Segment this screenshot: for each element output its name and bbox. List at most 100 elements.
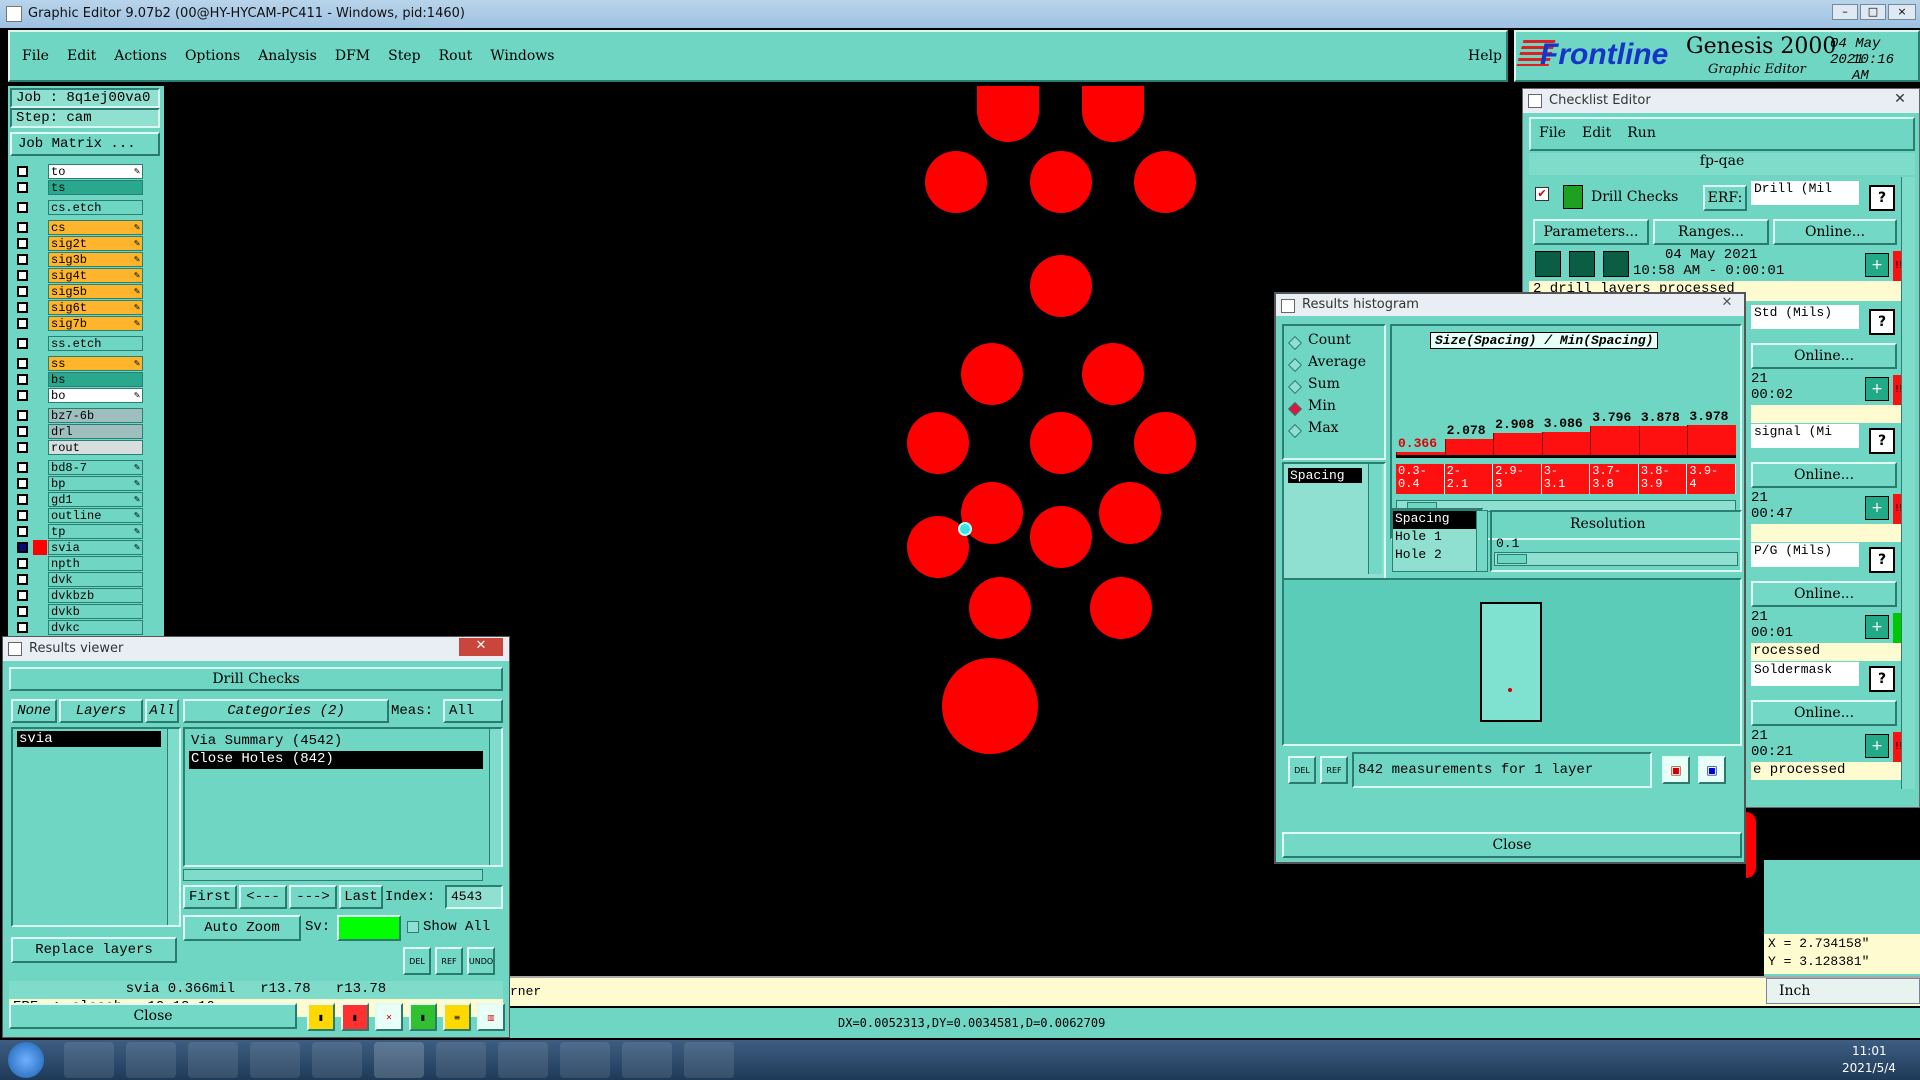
- layer-row-outline[interactable]: outline ✎: [12, 508, 143, 523]
- tool-icon[interactable]: ▮: [307, 1003, 335, 1031]
- layer-checkbox[interactable]: [17, 202, 28, 213]
- online-button[interactable]: Online...: [1751, 700, 1897, 726]
- viewer-category-list[interactable]: Via Summary (4542) Close Holes (842): [183, 727, 503, 867]
- layer-checkbox[interactable]: [17, 462, 28, 473]
- layer-row-cs[interactable]: cs ✎: [12, 220, 143, 235]
- checklist-menu-file[interactable]: File: [1539, 125, 1566, 141]
- minimize-button[interactable]: –: [1832, 4, 1858, 20]
- zoom-icon[interactable]: +: [1865, 496, 1889, 520]
- menu-rout[interactable]: Rout: [439, 48, 473, 68]
- taskbar-app-icon[interactable]: [684, 1042, 734, 1078]
- last-button[interactable]: Last: [339, 885, 383, 909]
- layer-row-bp[interactable]: bp ✎: [12, 476, 143, 491]
- layer-checkbox[interactable]: [17, 558, 28, 569]
- checklist-close-button[interactable]: ✕: [1885, 91, 1915, 111]
- menu-help[interactable]: Help: [1468, 48, 1502, 64]
- layer-row-sig7b[interactable]: sig7b ✎: [12, 316, 143, 331]
- field-item[interactable]: Spacing: [1393, 511, 1477, 529]
- online-button[interactable]: Online...: [1751, 343, 1897, 369]
- ref-icon[interactable]: REF: [1320, 756, 1348, 784]
- layer-checkbox[interactable]: [17, 390, 28, 401]
- run-icon[interactable]: [1569, 251, 1595, 277]
- row-erf-value[interactable]: signal (Mi: [1751, 424, 1859, 448]
- layer-row-sig4t[interactable]: sig4t ✎: [12, 268, 143, 283]
- flag-icon[interactable]: ▣: [1662, 756, 1690, 784]
- layer-checkbox[interactable]: [17, 374, 28, 385]
- first-button[interactable]: First: [183, 885, 237, 909]
- menu-windows[interactable]: Windows: [490, 48, 554, 68]
- layer-row-sig3b[interactable]: sig3b ✎: [12, 252, 143, 267]
- zoom-icon[interactable]: +: [1865, 253, 1889, 277]
- field-item[interactable]: Hole 2: [1393, 547, 1477, 565]
- layer-row-svia[interactable]: svia ✎: [12, 540, 143, 555]
- layer-row-dvkb[interactable]: dvkb: [12, 604, 143, 619]
- maximize-button[interactable]: □: [1860, 4, 1886, 20]
- close-window-button[interactable]: ×: [1888, 4, 1916, 20]
- checklist-menu-edit[interactable]: Edit: [1582, 125, 1611, 141]
- layer-checkbox[interactable]: [17, 442, 28, 453]
- viewer-layer-item[interactable]: svia: [17, 731, 161, 747]
- undo-icon[interactable]: UNDO: [467, 947, 495, 975]
- layer-row-sig2t[interactable]: sig2t ✎: [12, 236, 143, 251]
- layer-row-dvkc[interactable]: dvkc: [12, 620, 143, 635]
- histogram-close-x[interactable]: ✕: [1714, 295, 1740, 313]
- layer-checkbox[interactable]: [17, 182, 28, 193]
- menu-edit[interactable]: Edit: [67, 48, 96, 68]
- row-erf-value[interactable]: Soldermask: [1751, 662, 1859, 686]
- parameters-button[interactable]: Parameters...: [1533, 219, 1649, 245]
- zoom-icon[interactable]: +: [1865, 377, 1889, 401]
- layer-checkbox[interactable]: [17, 338, 28, 349]
- viewer-layer-list[interactable]: svia: [11, 727, 181, 927]
- option-radio-max[interactable]: [1287, 423, 1303, 439]
- taskbar-app-icon[interactable]: [436, 1042, 486, 1078]
- replace-layers-select[interactable]: Replace layers: [11, 937, 177, 963]
- layer-row-bd8-7[interactable]: bd8-7 ✎: [12, 460, 143, 475]
- layer-row-bo[interactable]: bo ✎: [12, 388, 143, 403]
- layer-row-drl[interactable]: drl: [12, 424, 143, 439]
- option-radio-min[interactable]: [1287, 401, 1303, 417]
- layer-row-rout[interactable]: rout: [12, 440, 143, 455]
- option-radio-sum[interactable]: [1287, 379, 1303, 395]
- menu-actions[interactable]: Actions: [114, 48, 167, 68]
- layer-checkbox[interactable]: [17, 590, 28, 601]
- field-scrollbar[interactable]: [1476, 510, 1488, 572]
- help-question-icon[interactable]: ?: [1869, 309, 1895, 335]
- layer-checkbox[interactable]: [17, 426, 28, 437]
- layer-checkbox[interactable]: [17, 478, 28, 489]
- histogram-list-scrollbar[interactable]: [1368, 464, 1382, 574]
- help-question-icon[interactable]: ?: [1869, 666, 1895, 692]
- chart-icon[interactable]: ▥: [477, 1003, 505, 1031]
- checklist-menu-run[interactable]: Run: [1627, 125, 1656, 141]
- run-icon[interactable]: [1535, 251, 1561, 277]
- layer-checkbox[interactable]: [17, 254, 28, 265]
- none-button[interactable]: None: [11, 699, 57, 723]
- erf-value[interactable]: Drill (Mil: [1751, 181, 1859, 205]
- histogram-list-item[interactable]: Spacing: [1288, 468, 1362, 483]
- help-question-icon[interactable]: ?: [1869, 428, 1895, 454]
- histogram-bar[interactable]: [1541, 431, 1591, 455]
- layer-row-bs[interactable]: bs: [12, 372, 143, 387]
- layer-checkbox[interactable]: [17, 286, 28, 297]
- taskbar-app-icon[interactable]: [622, 1042, 672, 1078]
- layer-checkbox[interactable]: [17, 358, 28, 369]
- histogram-bar[interactable]: [1687, 425, 1736, 455]
- tool-icon[interactable]: ✕: [375, 1003, 403, 1031]
- layer-checkbox[interactable]: [17, 270, 28, 281]
- viewer-category-item[interactable]: Close Holes (842): [189, 751, 483, 769]
- layer-checkbox[interactable]: [17, 494, 28, 505]
- row-erf-value[interactable]: Std (Mils): [1751, 305, 1859, 329]
- layer-row-gd1[interactable]: gd1 ✎: [12, 492, 143, 507]
- sv-select[interactable]: [337, 915, 401, 941]
- layer-checkbox[interactable]: [17, 302, 28, 313]
- layer-checkbox[interactable]: [17, 238, 28, 249]
- next-button[interactable]: --->: [289, 885, 337, 909]
- show-all-checkbox[interactable]: [407, 921, 419, 933]
- drill-checks-checkbox[interactable]: ✔: [1535, 187, 1549, 201]
- zoom-icon[interactable]: +: [1865, 615, 1889, 639]
- menu-file[interactable]: File: [22, 48, 49, 68]
- checklist-scrollbar[interactable]: [1901, 177, 1915, 789]
- histogram-close-button[interactable]: Close: [1282, 832, 1742, 858]
- layer-row-to[interactable]: to ✎: [12, 164, 143, 179]
- menu-dfm[interactable]: DFM: [335, 48, 370, 68]
- layer-checkbox[interactable]: [17, 510, 28, 521]
